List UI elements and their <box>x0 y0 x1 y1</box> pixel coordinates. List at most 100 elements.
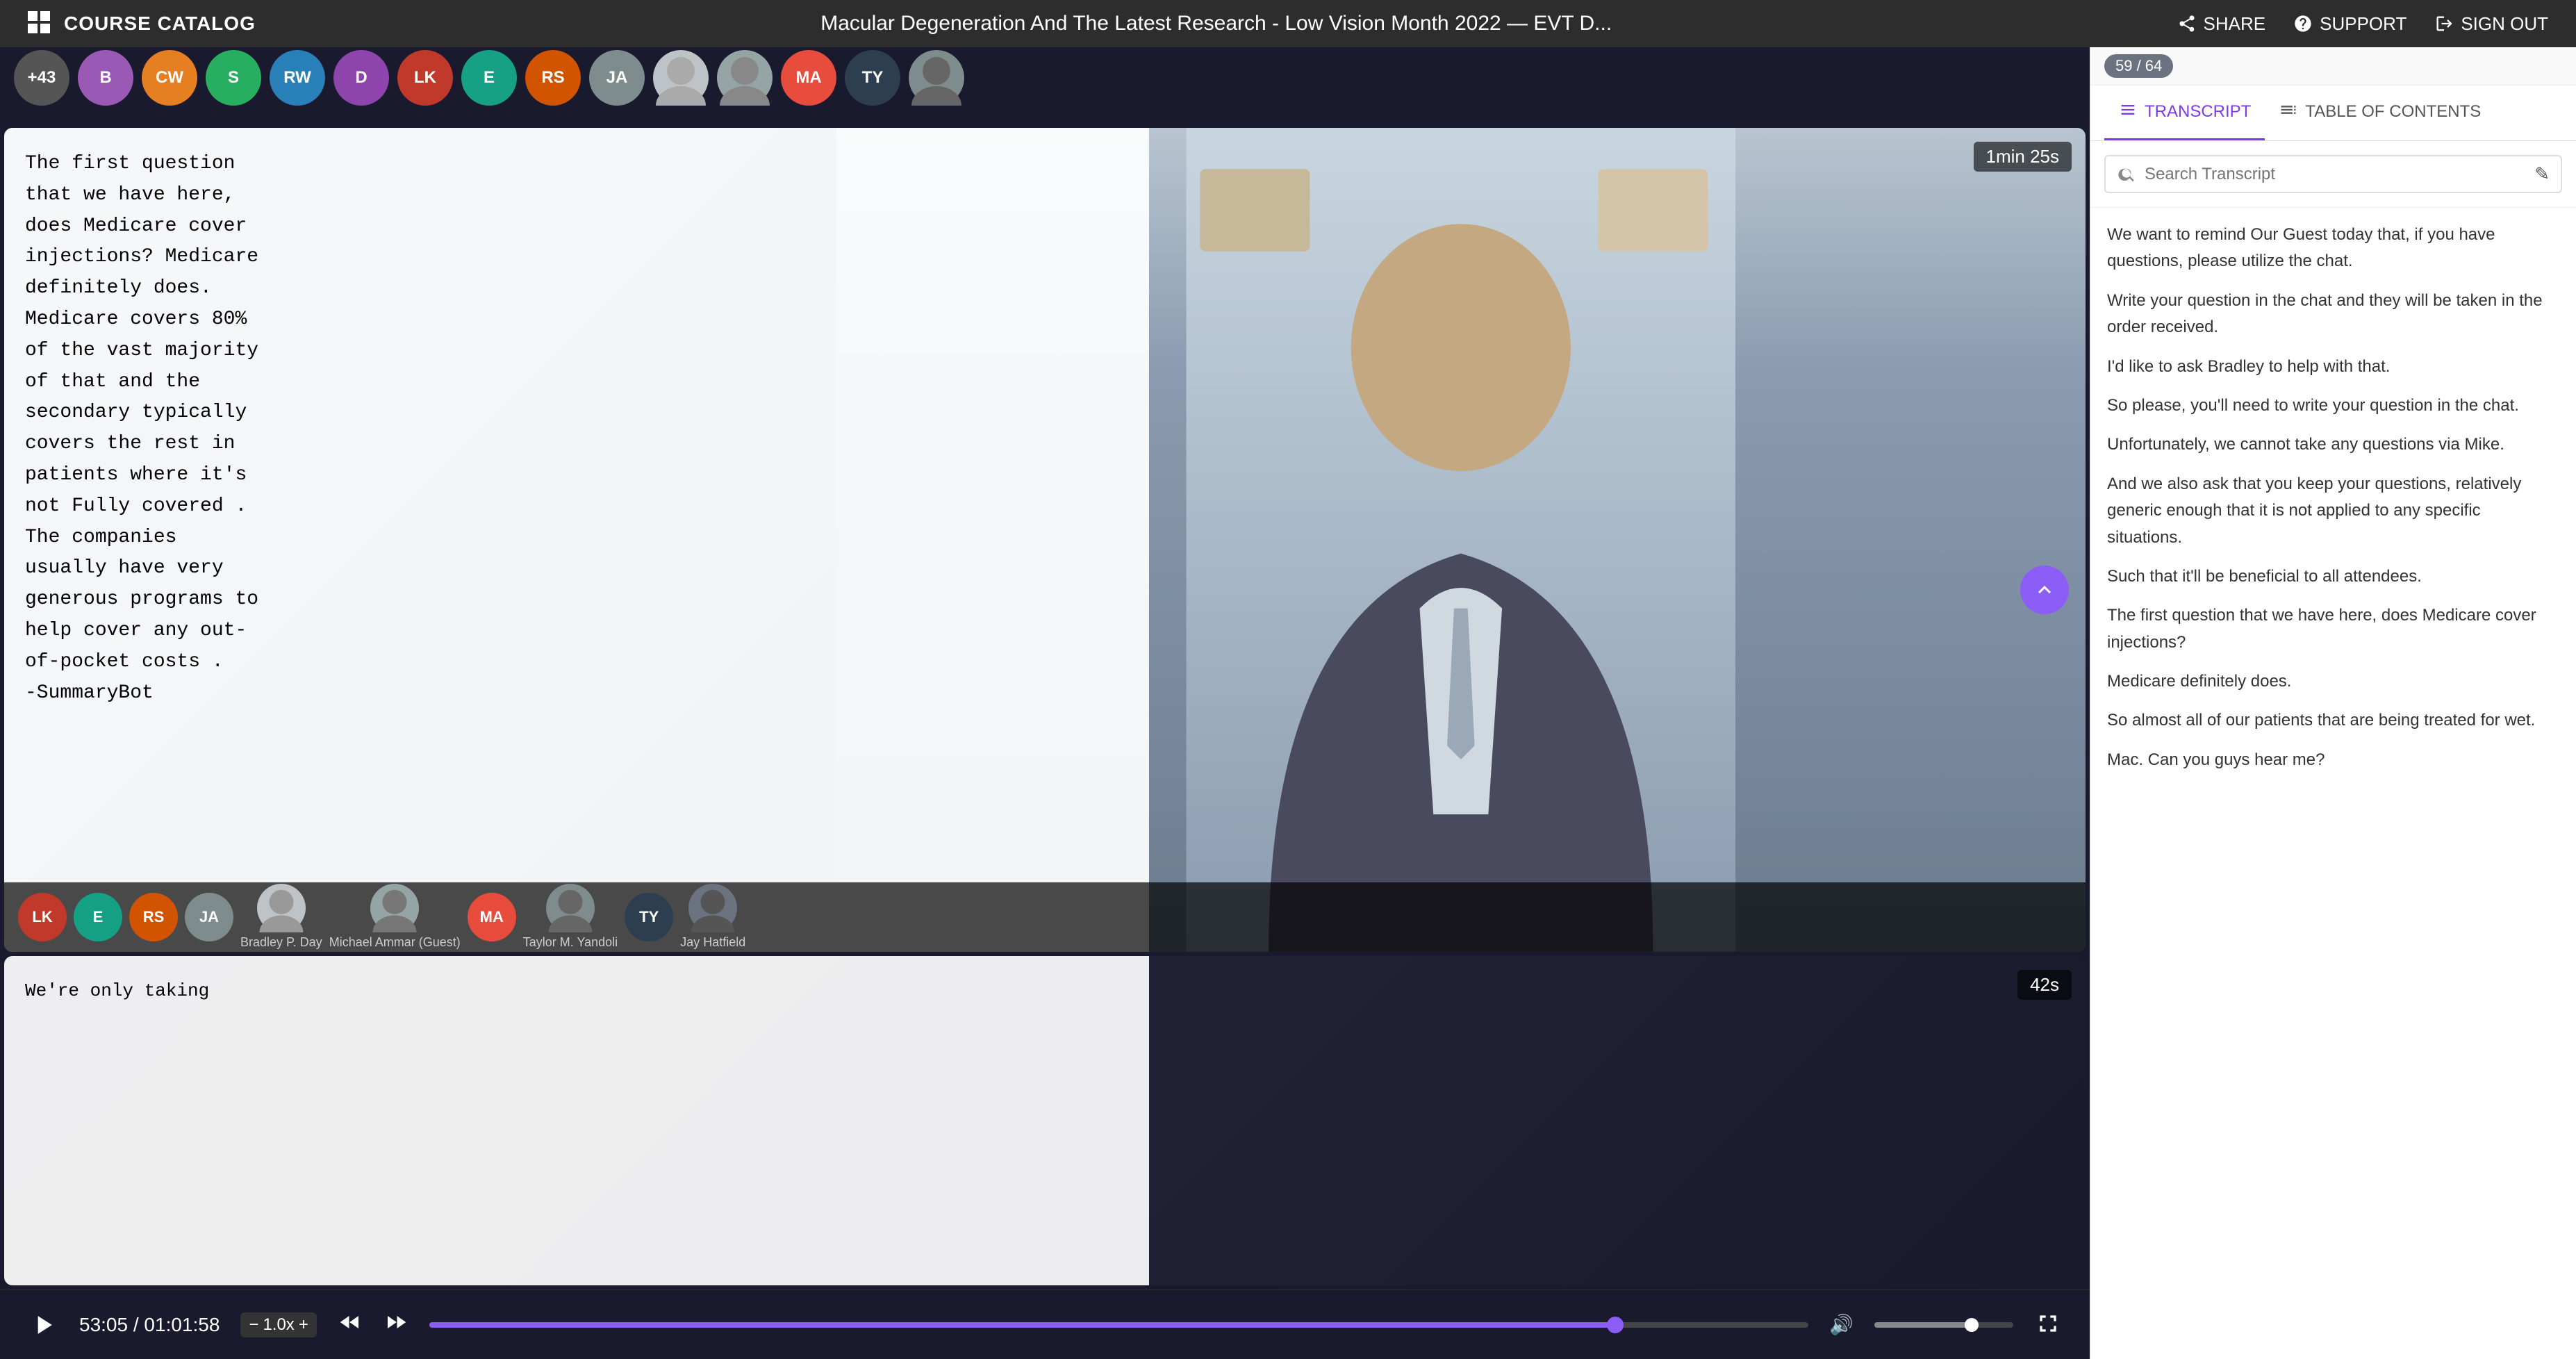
bottom-avatar-lk: LK <box>18 893 67 941</box>
speed-value: 1.0x <box>263 1315 294 1335</box>
edit-icon[interactable]: ✎ <box>2534 163 2550 185</box>
bottom-avatar-bradley-name: Bradley P. Day <box>240 935 322 950</box>
participant-avatar: D <box>333 50 389 106</box>
transcript-line: So almost all of our patients that are b… <box>2107 707 2559 734</box>
current-time: 53:05 <box>79 1314 128 1335</box>
transcript-line: I'd like to ask Bradley to help with tha… <box>2107 354 2559 380</box>
progress-bar-fill <box>429 1322 1615 1328</box>
caption-text: The first question that we have here, do… <box>25 149 1128 709</box>
volume-thumb[interactable] <box>1965 1318 1979 1332</box>
bottom-controls: 53:05 / 01:01:58 − 1.0x + <box>0 1290 2090 1359</box>
panel-top-bar: 59 / 64 <box>2090 47 2576 85</box>
participant-s: S <box>206 50 261 106</box>
participant-avatar <box>717 50 773 106</box>
participant-photo3 <box>909 50 964 106</box>
main-video-timer: 1min 25s <box>1974 142 2072 172</box>
total-time: 01:01:58 <box>144 1314 220 1335</box>
participant-e: E <box>461 50 517 106</box>
progress-bar[interactable] <box>429 1322 1808 1328</box>
participant-b: B <box>78 50 133 106</box>
tab-transcript-label: TRANSCRIPT <box>2145 102 2251 122</box>
fullscreen-button[interactable] <box>2034 1310 2062 1340</box>
speed-decrease-button[interactable]: − <box>249 1315 258 1335</box>
participant-avatar <box>653 50 709 106</box>
scroll-up-button[interactable] <box>2020 566 2069 614</box>
right-panel-tabs: TRANSCRIPT TABLE OF CONTENTS <box>2090 85 2576 141</box>
participant-avatar <box>909 50 964 106</box>
transcript-icon <box>2118 100 2138 124</box>
support-icon <box>2293 14 2313 33</box>
speed-control: − 1.0x + <box>240 1312 316 1337</box>
forward-button[interactable] <box>383 1310 408 1340</box>
volume-bar-fill <box>1874 1322 1972 1328</box>
bottom-avatar-taylor <box>546 884 595 932</box>
participant-avatar: RW <box>270 50 325 106</box>
sign-out-button[interactable]: SIGN OUT <box>2434 13 2548 35</box>
small-caption-text: We're only taking <box>25 980 209 1001</box>
slide-counter: 59 / 64 <box>2104 54 2173 78</box>
bottom-avatar-jay-name: Jay Hatfield <box>680 935 745 950</box>
bottom-avatar-michael <box>370 884 419 932</box>
content-area: +43 B CW S RW D LK E RS <box>0 47 2576 1359</box>
tab-transcript[interactable]: TRANSCRIPT <box>2104 85 2265 140</box>
participant-avatar: MA <box>781 50 836 106</box>
transcript-line: Such that it'll be beneficial to all att… <box>2107 563 2559 590</box>
bottom-avatar-jay-group: Jay Hatfield <box>680 884 745 950</box>
participant-avatar: S <box>206 50 261 106</box>
course-catalog-label[interactable]: COURSE CATALOG <box>64 13 256 35</box>
participant-ty: TY <box>845 50 900 106</box>
top-bar: COURSE CATALOG Macular Degeneration And … <box>0 0 2576 47</box>
speed-increase-button[interactable]: + <box>299 1315 308 1335</box>
rewind-icon <box>338 1310 363 1335</box>
bottom-avatar-rs: RS <box>129 893 178 941</box>
participant-lk: LK <box>397 50 453 106</box>
toc-icon <box>2279 100 2298 124</box>
play-icon <box>28 1310 58 1340</box>
participant-count-wrapper: +43 <box>14 50 69 106</box>
transcript-line: Unfortunately, we cannot take any questi… <box>2107 431 2559 458</box>
sign-out-icon <box>2434 14 2454 33</box>
bottom-avatar-e: E <box>74 893 122 941</box>
main-title: Macular Degeneration And The Latest Rese… <box>256 12 2177 35</box>
search-bar: ✎ <box>2090 141 2576 208</box>
participant-avatar: B <box>78 50 133 106</box>
small-video-card: We're only taking 42s <box>4 956 2086 1285</box>
tab-toc-label: TABLE OF CONTENTS <box>2305 102 2481 122</box>
participant-photo2 <box>717 50 773 106</box>
bottom-avatar-jay <box>688 884 737 932</box>
progress-thumb[interactable] <box>1607 1317 1624 1333</box>
support-button[interactable]: SUPPORT <box>2293 13 2406 35</box>
share-button[interactable]: SHARE <box>2177 13 2266 35</box>
participant-cw: CW <box>142 50 197 106</box>
caption-overlay: The first question that we have here, do… <box>4 128 1149 952</box>
transcript-line: Medicare definitely does. <box>2107 668 2559 695</box>
search-icon <box>2117 165 2136 184</box>
participant-d: D <box>333 50 389 106</box>
time-separator: / <box>133 1314 145 1335</box>
volume-bar[interactable] <box>1874 1322 2013 1328</box>
search-input[interactable] <box>2145 165 2526 184</box>
participant-rw: RW <box>270 50 325 106</box>
main-video-card: The first question that we have here, do… <box>4 128 2086 952</box>
transcript-line: Write your question in the chat and they… <box>2107 288 2559 341</box>
small-caption-overlay: We're only taking <box>4 956 1149 1285</box>
participant-avatar: LK <box>397 50 453 106</box>
rewind-button[interactable] <box>338 1310 363 1340</box>
participant-strip: +43 B CW S RW D LK E RS <box>0 47 2090 124</box>
volume-icon: 🔊 <box>1829 1313 1853 1336</box>
top-bar-left: COURSE CATALOG <box>28 11 256 36</box>
bottom-avatar-michael-name: Michael Ammar (Guest) <box>329 935 461 950</box>
transcript-line: So please, you'll need to write your que… <box>2107 393 2559 419</box>
transcript-line: The first question that we have here, do… <box>2107 602 2559 656</box>
bottom-avatar-michael-group: Michael Ammar (Guest) <box>329 884 461 950</box>
participant-avatar: RS <box>525 50 581 106</box>
time-display: 53:05 / 01:01:58 <box>79 1314 220 1336</box>
grid-icon <box>28 11 53 36</box>
transcript-content[interactable]: We want to remind Our Guest today that, … <box>2090 208 2576 1359</box>
participant-avatar: JA <box>589 50 645 106</box>
tab-toc[interactable]: TABLE OF CONTENTS <box>2265 85 2495 140</box>
bottom-avatar-bradley <box>257 884 306 932</box>
play-button[interactable] <box>28 1310 58 1340</box>
forward-icon <box>383 1310 408 1335</box>
fullscreen-icon <box>2034 1310 2062 1337</box>
